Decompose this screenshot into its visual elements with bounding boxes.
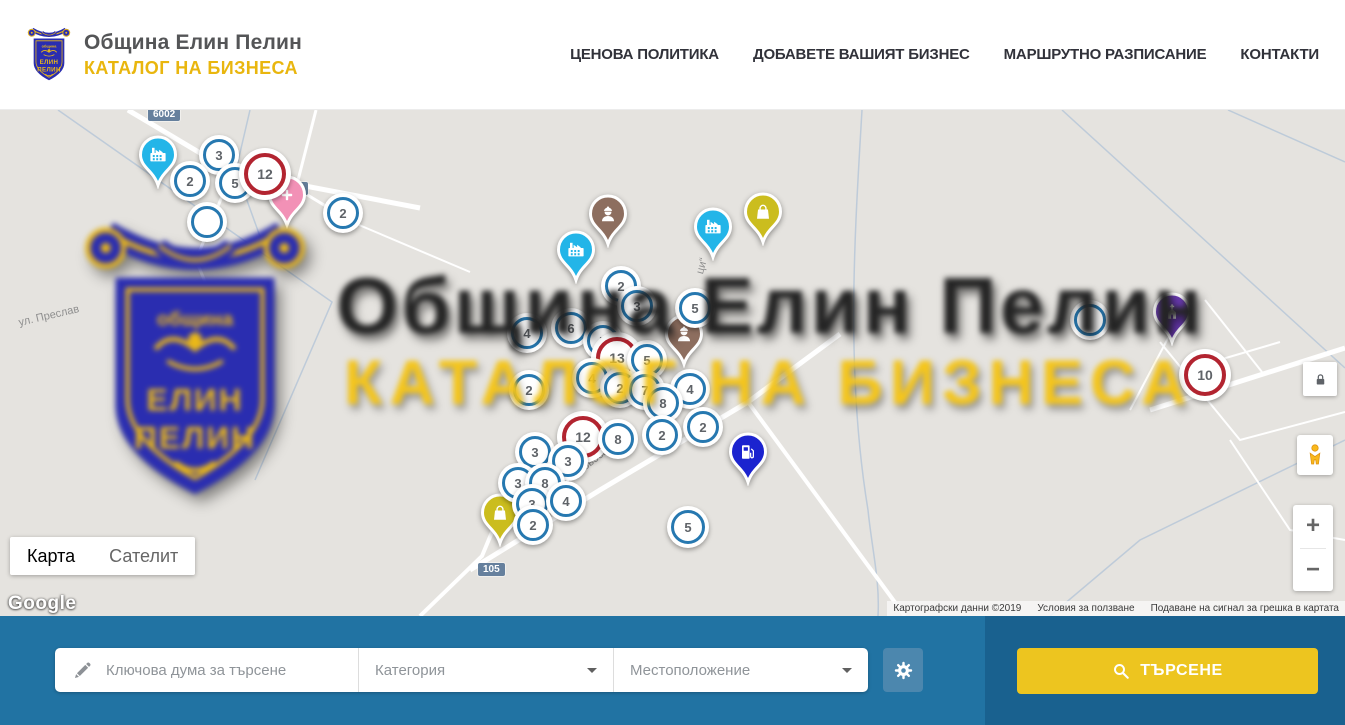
search-bar: Категория Местоположение bbox=[0, 616, 1345, 725]
brand-text: Община Елин Пелин КАТАЛОГ НА БИЗНЕСА bbox=[84, 31, 302, 79]
zoom-out-button[interactable]: − bbox=[1293, 549, 1333, 592]
location-select-value: Местоположение bbox=[630, 662, 750, 679]
site-logo[interactable]: Община Елин Пелин КАТАЛОГ НА БИЗНЕСА bbox=[26, 26, 302, 84]
search-bar-left: Категория Местоположение bbox=[0, 616, 985, 725]
cluster-marker[interactable]: 4 bbox=[546, 481, 586, 521]
header: Община Елин Пелин КАТАЛОГ НА БИЗНЕСА ЦЕН… bbox=[0, 0, 1345, 110]
cluster-marker[interactable]: 5 bbox=[667, 506, 709, 548]
cluster-marker[interactable]: 12 bbox=[239, 148, 291, 200]
cluster-marker[interactable]: 2 bbox=[509, 370, 549, 410]
google-logo[interactable]: Google bbox=[8, 593, 76, 615]
church-pin-marker[interactable] bbox=[1150, 292, 1194, 346]
cluster-marker[interactable]: 2 bbox=[170, 161, 210, 201]
cluster-marker[interactable]: 2 bbox=[683, 407, 723, 447]
pegman-icon bbox=[1303, 441, 1327, 469]
search-icon bbox=[1112, 662, 1130, 680]
factory-pin-marker[interactable] bbox=[554, 230, 598, 284]
chevron-down-icon bbox=[587, 668, 597, 673]
cluster-marker[interactable]: 5 bbox=[675, 288, 715, 328]
attribution-link[interactable]: Подаване на сигнал за грешка в картата bbox=[1151, 603, 1339, 614]
cluster-count: 2 bbox=[517, 509, 549, 541]
cluster-count: 4 bbox=[511, 317, 543, 349]
category-select-value: Категория bbox=[375, 662, 445, 679]
attribution-links: Условия за ползване Подаване на сигнал за… bbox=[1037, 603, 1339, 614]
category-select[interactable]: Категория bbox=[358, 648, 613, 692]
cluster-marker[interactable]: 3 bbox=[617, 286, 657, 326]
search-submit-label: ТЪРСЕНЕ bbox=[1140, 662, 1223, 680]
cluster-count: 3 bbox=[621, 290, 653, 322]
page: Община Елин Пелин КАТАЛОГ НА БИЗНЕСА ЦЕН… bbox=[0, 0, 1345, 725]
factory-pin-marker[interactable] bbox=[691, 207, 735, 261]
zoom-control: + − bbox=[1293, 505, 1333, 591]
lock-control-button[interactable] bbox=[1303, 362, 1337, 396]
cluster-count: 2 bbox=[327, 197, 359, 229]
site-title: Община Елин Пелин bbox=[84, 31, 302, 55]
cluster-count bbox=[191, 206, 223, 238]
cluster-marker[interactable]: 8 bbox=[598, 419, 638, 459]
keyword-search-input[interactable] bbox=[104, 661, 344, 680]
cluster-marker[interactable]: 4 bbox=[507, 313, 547, 353]
cluster-marker[interactable]: 2 bbox=[323, 193, 363, 233]
cluster-count: 2 bbox=[687, 411, 719, 443]
cluster-marker[interactable]: 10 bbox=[1179, 349, 1231, 401]
advanced-search-button[interactable] bbox=[883, 648, 923, 692]
cluster-count: 4 bbox=[550, 485, 582, 517]
cluster-count: 5 bbox=[679, 292, 711, 324]
bag-pin-marker[interactable] bbox=[741, 192, 785, 246]
cluster-marker[interactable] bbox=[187, 202, 227, 242]
keyword-field-wrap bbox=[55, 648, 358, 692]
map-type-map-button[interactable]: Карта bbox=[10, 537, 92, 575]
cluster-count: 5 bbox=[671, 510, 705, 544]
cluster-marker[interactable]: 2 bbox=[513, 505, 553, 545]
search-group: Категория Местоположение bbox=[55, 648, 868, 692]
fuel-pin-marker[interactable] bbox=[726, 432, 770, 486]
chevron-down-icon bbox=[842, 668, 852, 673]
cluster-count: 2 bbox=[174, 165, 206, 197]
pegman-button[interactable] bbox=[1297, 435, 1333, 475]
road-badge: 105 bbox=[478, 563, 505, 576]
nav-item-pricing[interactable]: ЦЕНОВА ПОЛИТИКА bbox=[570, 46, 719, 63]
attribution-link[interactable]: Условия за ползване bbox=[1037, 603, 1134, 614]
map-attribution: Картографски данни ©2019 Условия за полз… bbox=[887, 601, 1345, 616]
pencil-icon bbox=[73, 661, 92, 680]
cluster-count: 2 bbox=[646, 419, 678, 451]
cluster-count: 12 bbox=[244, 153, 286, 195]
gear-icon bbox=[893, 660, 914, 681]
search-submit-button[interactable]: ТЪРСЕНЕ bbox=[1017, 648, 1318, 694]
cluster-count bbox=[1074, 304, 1106, 336]
lock-icon bbox=[1313, 372, 1328, 387]
cluster-marker[interactable]: 2 bbox=[642, 415, 682, 455]
cluster-count: 10 bbox=[1184, 354, 1226, 396]
site-subtitle: КАТАЛОГ НА БИЗНЕСА bbox=[84, 58, 302, 79]
nav-item-add-business[interactable]: ДОБАВЕТЕ ВАШИЯТ БИЗНЕС bbox=[753, 46, 970, 63]
map-type-satellite-button[interactable]: Сателит bbox=[92, 537, 195, 575]
road-badge: 6002 bbox=[148, 110, 180, 121]
municipality-crest-logo bbox=[26, 26, 72, 84]
search-bar-right: ТЪРСЕНЕ bbox=[985, 616, 1345, 725]
map-type-control: Карта Сателит bbox=[10, 537, 195, 575]
nav-item-route-schedule[interactable]: МАРШРУТНО РАЗПИСАНИЕ bbox=[1004, 46, 1207, 63]
map-canvas[interactable]: ул. Преславбул. „Новоселци“60023105 3251… bbox=[0, 110, 1345, 616]
main-nav: ЦЕНОВА ПОЛИТИКА ДОБАВЕТЕ ВАШИЯТ БИЗНЕС МАР… bbox=[570, 46, 1319, 63]
cluster-count: 8 bbox=[602, 423, 634, 455]
cluster-marker[interactable] bbox=[1070, 300, 1110, 340]
nav-item-contacts[interactable]: КОНТАКТИ bbox=[1240, 46, 1319, 63]
cluster-count: 2 bbox=[513, 374, 545, 406]
zoom-in-button[interactable]: + bbox=[1293, 505, 1333, 548]
map-copyright: Картографски данни ©2019 bbox=[893, 603, 1021, 614]
location-select[interactable]: Местоположение bbox=[613, 648, 868, 692]
